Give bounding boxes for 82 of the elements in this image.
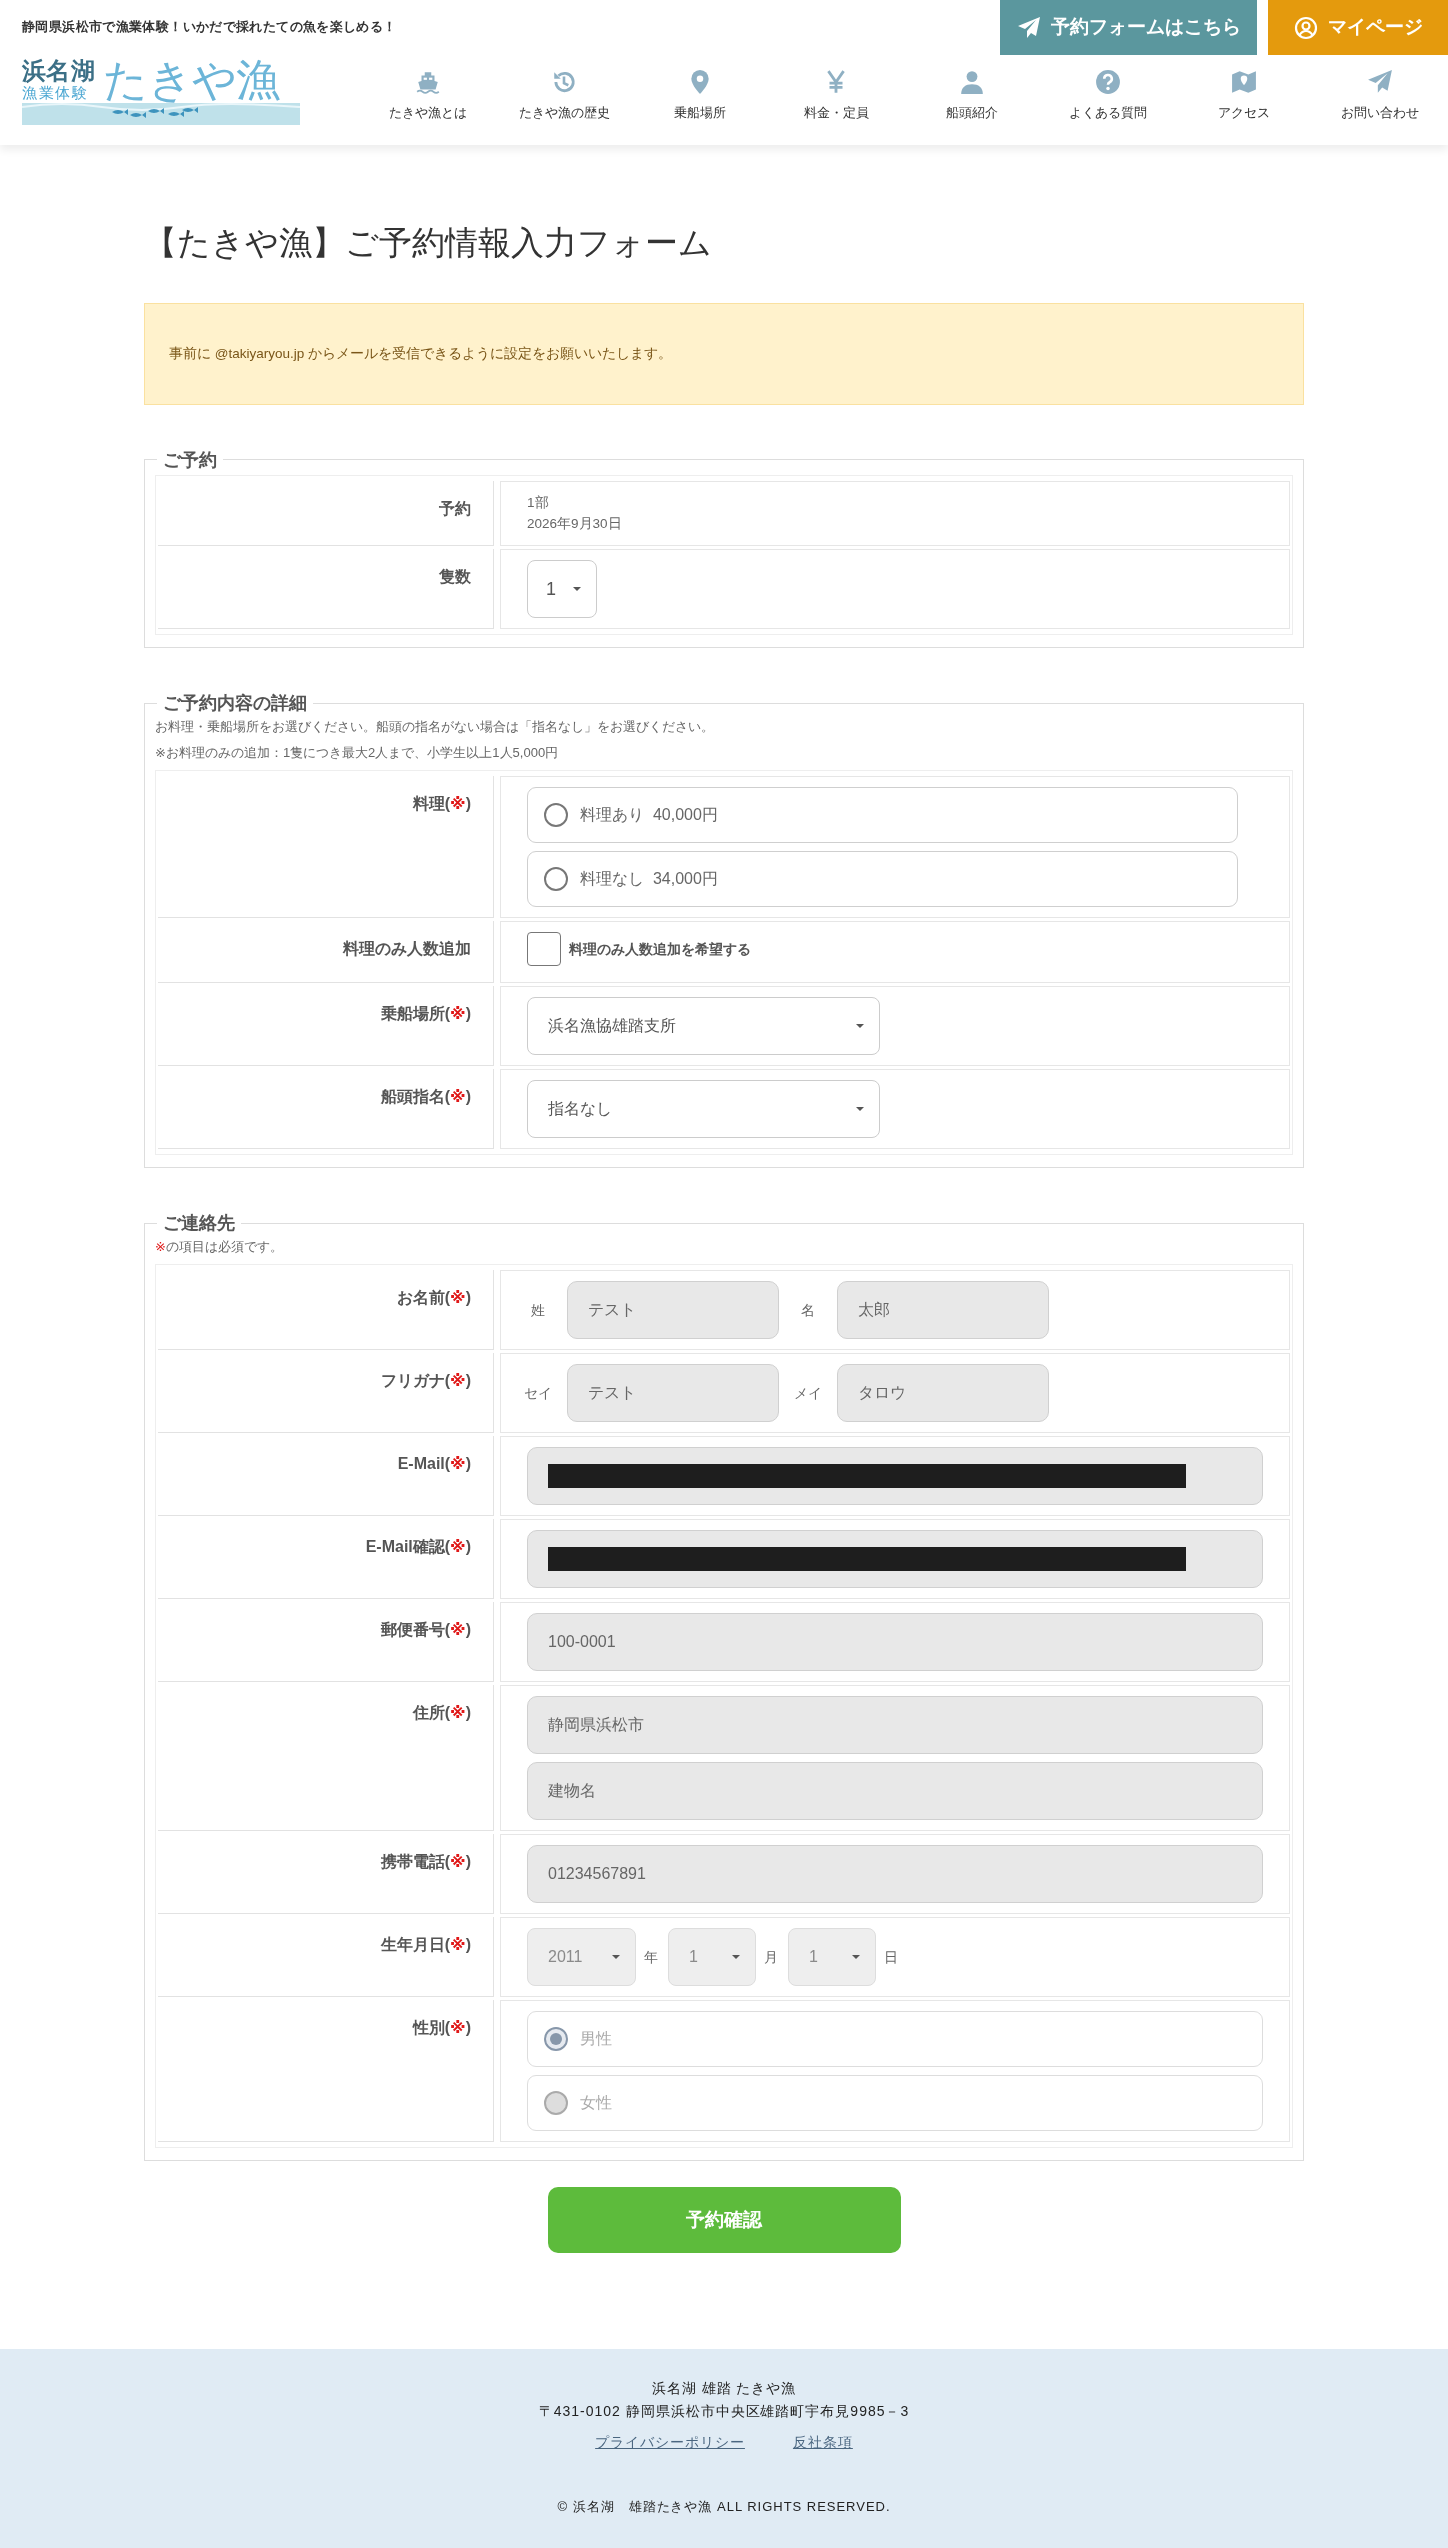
user-icon bbox=[959, 69, 985, 95]
copyright-text: © 浜名湖 雄踏たきや漁 ALL RIGHTS RESERVED. bbox=[556, 2498, 892, 2517]
help-icon bbox=[1095, 69, 1121, 95]
field-label: 住所(※) bbox=[412, 1704, 471, 1722]
input-field[interactable]: 01234567891 bbox=[527, 1845, 1263, 1904]
nav-item[interactable]: たきや漁とは bbox=[368, 69, 488, 125]
logo-text: 浜名湖 bbox=[22, 58, 96, 85]
field-value: 1部 2026年9月30日 bbox=[527, 493, 623, 534]
input-field[interactable]: 太郎 bbox=[837, 1281, 1049, 1340]
input-field[interactable]: タロウ bbox=[837, 1364, 1049, 1423]
input-field[interactable]: テスト bbox=[567, 1281, 779, 1340]
field-label: 生年月日(※) bbox=[380, 1936, 471, 1954]
nav-item[interactable]: お問い合わせ bbox=[1320, 69, 1440, 125]
select-field[interactable]: 1 bbox=[527, 560, 597, 619]
caret-icon bbox=[731, 1954, 741, 1961]
field-label: 携帯電話(※) bbox=[380, 1853, 471, 1871]
section-legend: ご連絡先 bbox=[157, 1214, 241, 1233]
section-legend: ご予約 bbox=[157, 450, 223, 469]
reservation-button[interactable]: 予約フォームはこちら bbox=[1000, 0, 1257, 55]
nav-item[interactable]: 乗船場所 bbox=[640, 69, 760, 125]
field-label: フリガナ(※) bbox=[380, 1372, 471, 1390]
nav-item[interactable]: たきや漁の歴史 bbox=[504, 69, 624, 125]
field-label: 隻数 bbox=[439, 568, 471, 586]
nav-item[interactable]: よくある質問 bbox=[1048, 69, 1168, 125]
field-label: 料理のみ人数追加 bbox=[343, 940, 471, 958]
field-label: 予約 bbox=[439, 499, 471, 517]
nav-item[interactable]: 料金・定員 bbox=[776, 69, 896, 125]
user-circle-icon bbox=[1293, 15, 1318, 40]
logo-title: たきや漁 bbox=[103, 58, 279, 103]
radio-option[interactable]: 料理あり 40,000円 bbox=[527, 787, 1238, 844]
field-label: E-Mail(※) bbox=[397, 1455, 471, 1473]
map-icon bbox=[1231, 69, 1257, 95]
field-label: E-Mail確認(※) bbox=[365, 1538, 471, 1556]
unit-label: 年 bbox=[644, 1947, 658, 1967]
caret-icon bbox=[855, 1023, 865, 1030]
page-title: 【たきや漁】ご予約情報入力フォーム bbox=[144, 223, 713, 263]
field-label: 料理(※) bbox=[412, 795, 471, 813]
notice-message: 事前に @takiyaryou.jp からメールを受信できるように設定をお願いいたします。 bbox=[144, 302, 1304, 405]
field-label: 郵便番号(※) bbox=[380, 1621, 471, 1639]
nav-item[interactable]: アクセス bbox=[1184, 69, 1304, 125]
caret-icon bbox=[572, 586, 582, 593]
paper-plane-icon bbox=[1367, 69, 1393, 95]
field-label: 船頭指名(※) bbox=[380, 1088, 471, 1106]
field-label: 性別(※) bbox=[412, 2019, 471, 2037]
footer-address: 〒431-0102 静岡県浜松市中央区雄踏町宇布見9985－3 bbox=[537, 2401, 911, 2421]
field-label: 乗船場所(※) bbox=[380, 1005, 471, 1023]
caret-icon bbox=[855, 1106, 865, 1113]
input-field[interactable]: テスト bbox=[567, 1364, 779, 1423]
radio-button[interactable] bbox=[544, 803, 568, 828]
footer-name: 浜名湖 雄踏 たきや漁 bbox=[650, 2379, 798, 2399]
caret-icon bbox=[611, 1954, 621, 1961]
radio-option[interactable]: 料理なし 34,000円 bbox=[527, 851, 1238, 908]
section-legend: ご予約内容の詳細 bbox=[157, 694, 313, 713]
checkbox-label: 料理のみ人数追加を希望する bbox=[569, 939, 751, 959]
input-field[interactable]: 静岡県浜松市 bbox=[527, 1696, 1263, 1755]
field-prefix: メイ bbox=[793, 1383, 823, 1403]
section-note: お料理・乗船場所をお選びください。船頭の指名がない場合は「指名なし」をお選びください。 bbox=[155, 718, 715, 737]
radio-button[interactable] bbox=[544, 867, 568, 892]
section-note: ※お料理のみの追加：1隻につき最大2人まで、小学生以上1人5,000円 bbox=[155, 744, 560, 763]
site-tagline: 静岡県浜松市で漁業体験！いかだで採れたての魚を楽しめる！ bbox=[21, 19, 397, 36]
nav-item[interactable]: 船頭紹介 bbox=[912, 69, 1032, 125]
checkbox[interactable] bbox=[527, 932, 561, 967]
ship-icon bbox=[415, 69, 441, 95]
input-field[interactable]: 建物名 bbox=[527, 1762, 1263, 1821]
logo-text: 漁業体験 bbox=[22, 84, 89, 103]
footer-link[interactable]: 反社条項 bbox=[792, 2432, 853, 2454]
caret-icon bbox=[851, 1954, 861, 1961]
field-label: お名前(※) bbox=[396, 1289, 471, 1307]
input-field[interactable] bbox=[527, 1447, 1263, 1506]
field-prefix: 姓 bbox=[530, 1300, 546, 1320]
select-field[interactable]: 指名なし bbox=[527, 1080, 880, 1139]
section-note: ※の項目は必須です。 bbox=[155, 1238, 284, 1257]
input-field[interactable] bbox=[527, 1530, 1263, 1589]
unit-label: 月 bbox=[764, 1947, 778, 1967]
history-icon bbox=[551, 69, 577, 95]
footer-link[interactable]: プライバシーポリシー bbox=[595, 2432, 745, 2454]
field-prefix: セイ bbox=[523, 1383, 553, 1403]
paper-plane-icon bbox=[1016, 15, 1041, 40]
field-prefix: 名 bbox=[800, 1300, 816, 1320]
input-field[interactable]: 100-0001 bbox=[527, 1613, 1263, 1672]
select-field[interactable]: 浜名漁協雄踏支所 bbox=[527, 997, 880, 1056]
unit-label: 日 bbox=[884, 1947, 898, 1967]
